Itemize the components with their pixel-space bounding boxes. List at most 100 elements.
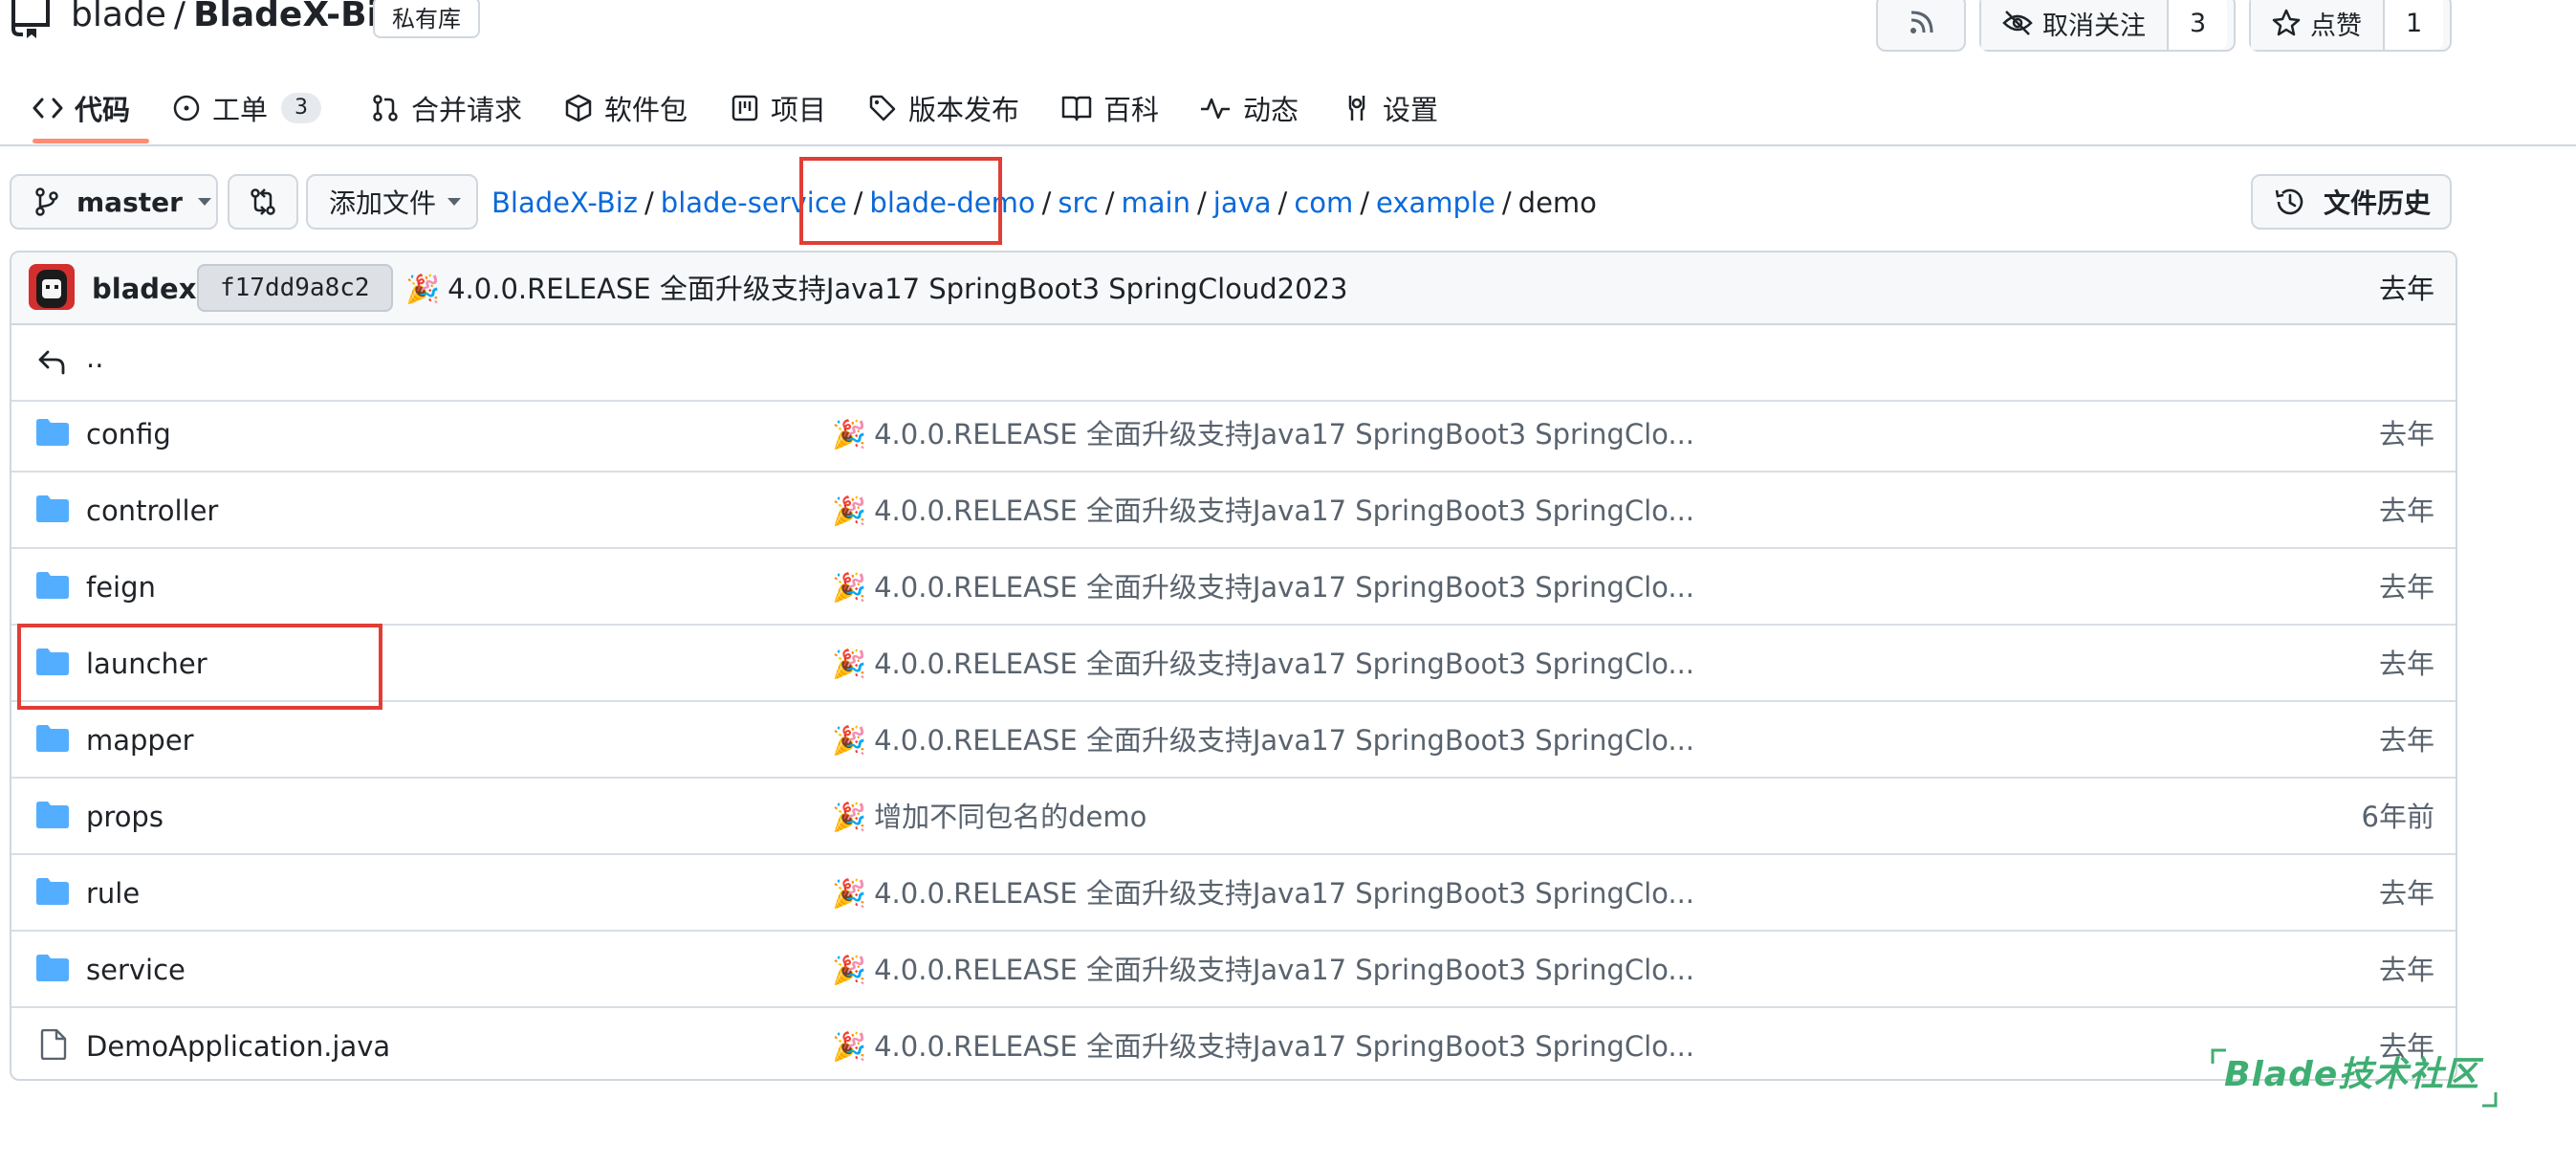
commit-author[interactable]: bladex — [92, 268, 196, 310]
repo-nav: 代码 工单 3 合并请求 软件包 项目 版本发布 百科 动态 设置 — [0, 67, 2576, 145]
file-commit-message-text: 4.0.0.RELEASE 全面升级支持Java17 SpringBoot3 S… — [874, 418, 1695, 451]
file-commit-message-text: 4.0.0.RELEASE 全面升级支持Java17 SpringBoot3 S… — [874, 495, 1695, 527]
back-arrow-icon — [38, 350, 65, 375]
breadcrumb-separator: / — [644, 187, 654, 219]
breadcrumb-link[interactable]: src — [1058, 187, 1098, 219]
file-commit-message[interactable]: 🎉 4.0.0.RELEASE 全面升级支持Java17 SpringBoot3 … — [832, 566, 1694, 608]
tab-settings[interactable]: 设置 — [1343, 84, 1438, 132]
tab-activity[interactable]: 动态 — [1199, 84, 1299, 132]
file-commit-message[interactable]: 🎉 4.0.0.RELEASE 全面升级支持Java17 SpringBoot3 … — [832, 949, 1694, 991]
file-commit-message-text: 4.0.0.RELEASE 全面升级支持Java17 SpringBoot3 S… — [874, 648, 1695, 680]
file-commit-message[interactable]: 🎉 增加不同包名的demo — [832, 796, 1146, 838]
file-row-feign[interactable]: feign 🎉 4.0.0.RELEASE 全面升级支持Java17 Spring… — [11, 549, 2456, 626]
watch-label: 取消关注 — [2042, 11, 2146, 41]
file-history-button[interactable]: 文件历史 — [2251, 174, 2452, 230]
file-commit-message-text: 4.0.0.RELEASE 全面升级支持Java17 SpringBoot3 S… — [874, 724, 1695, 757]
file-row-config[interactable]: config 🎉 4.0.0.RELEASE 全面升级支持Java17 Sprin… — [11, 396, 2456, 473]
file-name[interactable]: props — [86, 796, 164, 838]
add-file-button[interactable]: 添加文件 — [306, 174, 478, 230]
folder-icon — [36, 725, 69, 752]
tab-issues[interactable]: 工单 3 — [172, 84, 322, 132]
star-button[interactable]: 点赞 1 — [2249, 0, 2452, 52]
breadcrumb-link[interactable]: BladeX-Biz — [491, 187, 638, 219]
rss-button[interactable] — [1876, 0, 1966, 52]
file-row-controller[interactable]: controller 🎉 4.0.0.RELEASE 全面升级支持Java17 S… — [11, 473, 2456, 549]
branch-selector[interactable]: master — [10, 174, 218, 230]
avatar[interactable] — [29, 264, 75, 310]
branch-name: master — [76, 186, 183, 218]
breadcrumb-link[interactable]: example — [1376, 187, 1495, 219]
tab-label: 设置 — [1383, 94, 1439, 126]
breadcrumb-link[interactable]: com — [1294, 187, 1353, 219]
file-commit-message[interactable]: 🎉 4.0.0.RELEASE 全面升级支持Java17 SpringBoot3 … — [832, 872, 1694, 914]
file-name[interactable]: feign — [86, 566, 156, 608]
file-commit-message[interactable]: 🎉 4.0.0.RELEASE 全面升级支持Java17 SpringBoot3 … — [832, 719, 1694, 761]
chevron-down-icon — [448, 198, 462, 206]
add-file-label: 添加文件 — [329, 187, 437, 219]
folder-icon — [36, 495, 69, 522]
tab-label: 版本发布 — [908, 94, 1020, 126]
tab-label: 项目 — [771, 94, 827, 126]
file-name[interactable]: config — [86, 413, 171, 455]
repo-title: blade / BladeX-Biz — [71, 0, 399, 36]
settings-icon — [1348, 96, 1365, 121]
file-commit-time: 6年前 — [2361, 801, 2434, 833]
nav-divider — [0, 144, 2576, 146]
tab-pull-requests[interactable]: 合并请求 — [371, 84, 522, 132]
compare-button[interactable] — [228, 174, 298, 230]
repo-owner-link[interactable]: blade — [71, 0, 166, 34]
watch-count[interactable]: 3 — [2167, 0, 2228, 50]
star-icon — [2272, 9, 2301, 36]
repo-title-separator: / — [173, 0, 186, 34]
repo-name-link[interactable]: BladeX-Biz — [193, 0, 399, 34]
file-name[interactable]: rule — [86, 872, 140, 914]
file-row-demoapplication[interactable]: DemoApplication.java 🎉 4.0.0.RELEASE 全面升级… — [11, 1008, 2456, 1079]
commit-sha[interactable]: f17dd9a8c2 — [197, 264, 393, 312]
code-icon — [33, 98, 63, 119]
star-count[interactable]: 1 — [2383, 0, 2444, 50]
breadcrumb-current: demo — [1517, 187, 1597, 219]
file-row-mapper[interactable]: mapper 🎉 4.0.0.RELEASE 全面升级支持Java17 Sprin… — [11, 702, 2456, 779]
file-commit-time: 去年 — [2378, 954, 2434, 986]
breadcrumb-separator: / — [1277, 187, 1288, 219]
file-commit-message[interactable]: 🎉 4.0.0.RELEASE 全面升级支持Java17 SpringBoot3 … — [832, 413, 1694, 455]
tab-wiki[interactable]: 百科 — [1061, 84, 1159, 132]
file-history-label: 文件历史 — [2324, 187, 2432, 219]
active-tab-underline — [33, 139, 149, 143]
file-commit-message[interactable]: 🎉 4.0.0.RELEASE 全面升级支持Java17 SpringBoot3 … — [832, 643, 1694, 685]
file-commit-message-text: 增加不同包名的demo — [874, 801, 1147, 833]
file-row-props[interactable]: props 🎉 增加不同包名的demo 6年前 — [11, 779, 2456, 855]
party-popper-icon: 🎉 — [832, 877, 867, 910]
pulse-icon — [1201, 98, 1230, 120]
party-popper-icon: 🎉 — [832, 724, 867, 757]
file-commit-message[interactable]: 🎉 4.0.0.RELEASE 全面升级支持Java17 SpringBoot3 … — [832, 490, 1694, 532]
tab-label: 工单 — [212, 94, 269, 126]
file-name[interactable]: mapper — [86, 719, 194, 761]
tab-code[interactable]: 代码 — [33, 84, 130, 132]
file-row-rule[interactable]: rule 🎉 4.0.0.RELEASE 全面升级支持Java17 SpringB… — [11, 855, 2456, 932]
tab-projects[interactable]: 项目 — [731, 84, 826, 132]
parent-directory-row[interactable]: .. — [11, 325, 2456, 402]
commit-time: 去年 — [2378, 273, 2434, 305]
file-name[interactable]: service — [86, 949, 186, 991]
watermark-text: Blade技术社区 — [2224, 1055, 2480, 1094]
latest-commit-bar: bladex f17dd9a8c2 🎉 4.0.0.RELEASE 全面升级支持J… — [11, 253, 2456, 325]
file-row-service[interactable]: service 🎉 4.0.0.RELEASE 全面升级支持Java17 Spri… — [11, 932, 2456, 1008]
parent-directory-link[interactable]: .. — [86, 337, 103, 379]
commit-message-text: 4.0.0.RELEASE 全面升级支持Java17 SpringBoot3 S… — [448, 273, 1348, 305]
commit-message[interactable]: 🎉 4.0.0.RELEASE 全面升级支持Java17 SpringBoot3 … — [405, 268, 1347, 310]
breadcrumb-separator: / — [1197, 187, 1207, 219]
tab-releases[interactable]: 版本发布 — [868, 84, 1019, 132]
highlight-box-blade-demo — [799, 157, 1002, 245]
file-commit-message[interactable]: 🎉 4.0.0.RELEASE 全面升级支持Java17 SpringBoot3 … — [832, 1025, 1694, 1067]
file-name[interactable]: controller — [86, 490, 218, 532]
tab-packages[interactable]: 软件包 — [564, 84, 688, 132]
breadcrumb-separator: / — [1041, 187, 1052, 219]
file-commit-time: 去年 — [2378, 877, 2434, 910]
breadcrumb-link[interactable]: java — [1213, 187, 1272, 219]
file-commit-time: 去年 — [2378, 724, 2434, 757]
file-name[interactable]: DemoApplication.java — [86, 1025, 390, 1067]
compare-icon — [251, 188, 275, 215]
watch-button[interactable]: 取消关注 3 — [1979, 0, 2236, 52]
breadcrumb-link[interactable]: main — [1122, 187, 1190, 219]
